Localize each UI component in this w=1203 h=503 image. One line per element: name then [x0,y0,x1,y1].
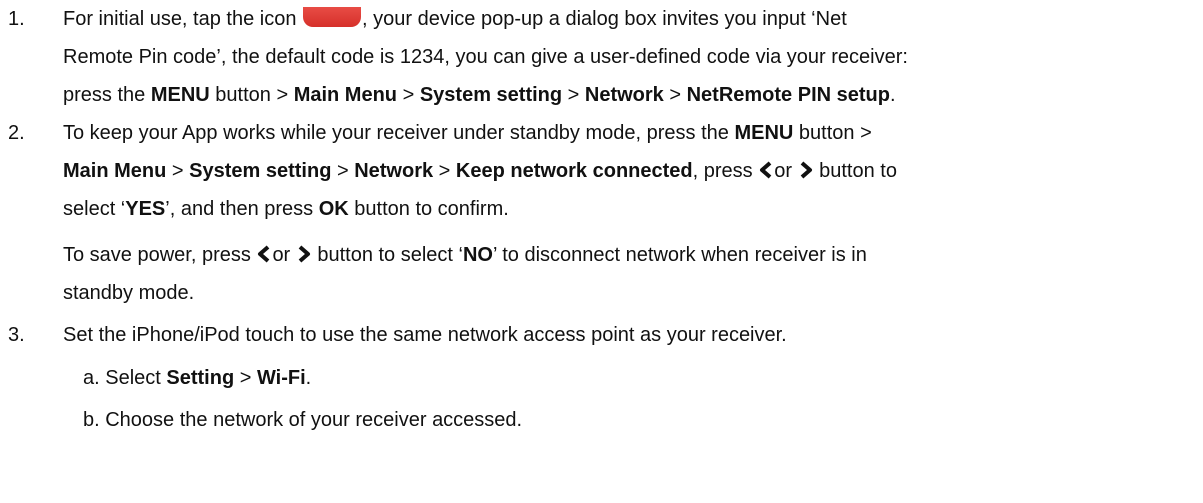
right-arrow-icon [296,245,312,263]
item-3-number: 3. [8,324,25,346]
item-3-sub-a: a. Select Setting > Wi-Fi. [83,367,312,389]
left-arrow-icon [256,245,272,263]
item-2-line-2: Main Menu > System setting > Network > K… [63,160,897,182]
item-2-number: 2. [8,122,25,144]
item-2-line-4: To save power, press or button to select… [63,244,867,266]
item-1-line-3: press the MENU button > Main Menu > Syst… [63,84,896,106]
item-2-line-1: To keep your App works while your receiv… [63,122,872,144]
app-icon [303,7,362,27]
item-3-sub-b: b. Choose the network of your receiver a… [83,409,523,431]
right-arrow-icon [798,161,814,179]
item-1-line-2: Remote Pin code’, the default code is 12… [63,46,908,68]
item-2-line-5: standby mode. [63,282,195,304]
item-2-line-3: select ‘YES’, and then press OK button t… [63,198,509,220]
item-1-number: 1. [8,8,25,30]
item-3-line-1: Set the iPhone/iPod touch to use the sam… [63,324,787,346]
instruction-document: 1. For initial use, tap the icon , your … [0,0,1203,503]
item-1-line-1: For initial use, tap the icon , your dev… [63,7,847,30]
left-arrow-icon [758,161,774,179]
